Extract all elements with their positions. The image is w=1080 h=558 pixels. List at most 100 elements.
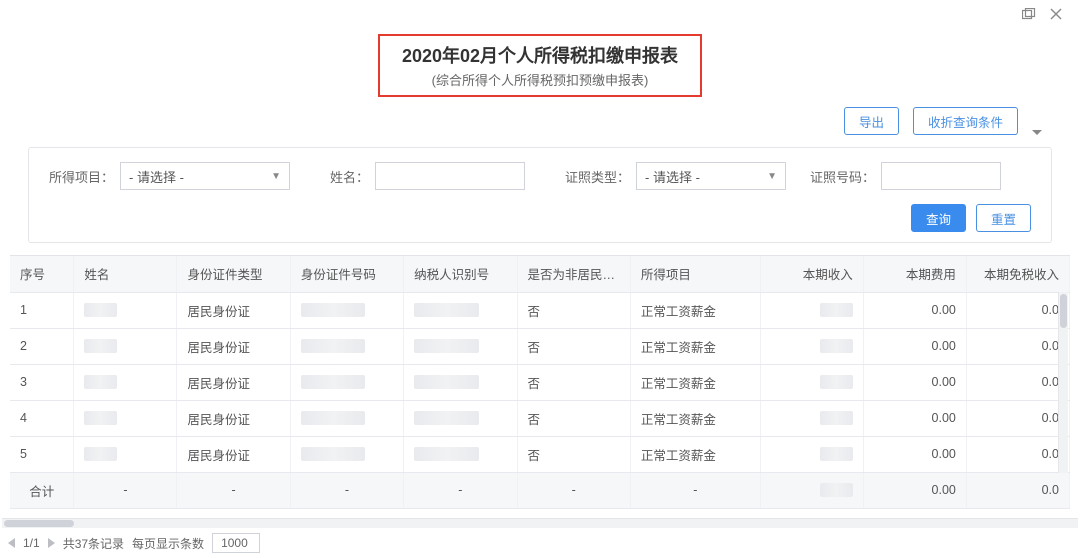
id-type-value: - 请选择 - <box>645 167 700 186</box>
cell-income <box>760 436 863 472</box>
cell-non-resident: 否 <box>517 292 630 328</box>
col-non-resident: 是否为非居民个人 <box>517 256 630 292</box>
col-id-type: 身份证件类型 <box>177 256 290 292</box>
cell-tax-id <box>404 436 517 472</box>
footer-fee: 0.00 <box>863 472 966 508</box>
cell-seq: 3 <box>10 364 74 400</box>
maximize-icon[interactable] <box>1022 8 1036 20</box>
query-button[interactable]: 查询 <box>911 204 966 232</box>
name-input[interactable] <box>375 162 525 190</box>
id-type-select[interactable]: - 请选择 - ▼ <box>636 162 786 190</box>
cell-seq: 5 <box>10 436 74 472</box>
cell-name <box>74 436 177 472</box>
cell-seq: 4 <box>10 400 74 436</box>
cell-id-type: 居民身份证 <box>177 364 290 400</box>
income-item-select[interactable]: - 请选择 - ▼ <box>120 162 290 190</box>
cell-fee: 0.00 <box>863 436 966 472</box>
pagesize-label: 每页显示条数 <box>132 535 204 552</box>
cell-income <box>760 364 863 400</box>
cell-exempt: 0.0 <box>966 400 1069 436</box>
cell-income-item: 正常工资薪金 <box>630 436 760 472</box>
cell-tax-id <box>404 292 517 328</box>
pagesize-input[interactable]: 1000 <box>212 533 260 553</box>
income-item-label: 所得项目： <box>49 167 114 186</box>
id-type-label: 证照类型： <box>565 167 630 186</box>
id-no-label: 证照号码： <box>810 167 875 186</box>
cell-id-no <box>290 364 403 400</box>
cell-non-resident: 否 <box>517 364 630 400</box>
col-income-item: 所得项目 <box>630 256 760 292</box>
window-controls <box>0 0 1080 28</box>
footer-cell: - <box>517 472 630 508</box>
cell-exempt: 0.0 <box>966 436 1069 472</box>
window-body: 2020年02月个人所得税扣缴申报表 (综合所得个人所得税预扣预缴申报表) 导出… <box>8 28 1072 528</box>
footer-label: 合计 <box>10 472 74 508</box>
footer-cell: - <box>404 472 517 508</box>
footer-income <box>760 472 863 508</box>
cell-income-item: 正常工资薪金 <box>630 400 760 436</box>
cell-income-item: 正常工资薪金 <box>630 328 760 364</box>
chevron-down-icon <box>1032 130 1042 135</box>
cell-income <box>760 328 863 364</box>
top-actions: 导出 收折查询条件 <box>8 101 1072 137</box>
table-header-row: 序号 姓名 身份证件类型 身份证件号码 纳税人识别号 是否为非居民个人 所得项目… <box>10 256 1070 292</box>
scrollbar-thumb[interactable] <box>1060 294 1067 328</box>
cell-id-no <box>290 400 403 436</box>
id-no-input[interactable] <box>881 162 1001 190</box>
cell-exempt: 0.0 <box>966 292 1069 328</box>
table-row[interactable]: 1居民身份证否正常工资薪金0.000.0 <box>10 292 1070 328</box>
cell-id-type: 居民身份证 <box>177 292 290 328</box>
col-name: 姓名 <box>74 256 177 292</box>
cell-seq: 1 <box>10 292 74 328</box>
table-footer-row: 合计 - - - - - - 0.00 0.0 <box>10 472 1070 508</box>
name-label: 姓名： <box>330 167 369 186</box>
cell-name <box>74 292 177 328</box>
col-tax-id: 纳税人识别号 <box>404 256 517 292</box>
cell-id-type: 居民身份证 <box>177 400 290 436</box>
table-row[interactable]: 4居民身份证否正常工资薪金0.000.0 <box>10 400 1070 436</box>
chevron-down-icon: ▼ <box>767 171 777 182</box>
title-box: 2020年02月个人所得税扣缴申报表 (综合所得个人所得税预扣预缴申报表) <box>378 34 702 97</box>
export-button[interactable]: 导出 <box>844 107 899 135</box>
cell-income <box>760 400 863 436</box>
col-fee: 本期费用 <box>863 256 966 292</box>
cell-id-type: 居民身份证 <box>177 436 290 472</box>
collapse-query-button[interactable]: 收折查询条件 <box>913 107 1018 135</box>
cell-id-no <box>290 328 403 364</box>
cell-id-no <box>290 292 403 328</box>
filter-card: 所得项目： - 请选择 - ▼ 姓名： 证照类型： - 请选择 - ▼ 证照号码… <box>28 147 1052 243</box>
table-row[interactable]: 2居民身份证否正常工资薪金0.000.0 <box>10 328 1070 364</box>
table-row[interactable]: 3居民身份证否正常工资薪金0.000.0 <box>10 364 1070 400</box>
total-count: 共37条记录 <box>63 535 124 552</box>
pager-bar: 1/1 共37条记录 每页显示条数 1000 <box>0 528 1080 558</box>
page-next-icon[interactable] <box>48 538 55 548</box>
cell-name <box>74 364 177 400</box>
cell-tax-id <box>404 400 517 436</box>
footer-cell: - <box>74 472 177 508</box>
footer-cell: - <box>177 472 290 508</box>
cell-fee: 0.00 <box>863 400 966 436</box>
cell-exempt: 0.0 <box>966 364 1069 400</box>
cell-fee: 0.00 <box>863 364 966 400</box>
table-row[interactable]: 5居民身份证否正常工资薪金0.000.0 <box>10 436 1070 472</box>
reset-button[interactable]: 重置 <box>976 204 1031 232</box>
filter-row: 所得项目： - 请选择 - ▼ 姓名： 证照类型： - 请选择 - ▼ 证照号码… <box>49 162 1031 190</box>
col-seq: 序号 <box>10 256 74 292</box>
scrollbar-thumb[interactable] <box>4 520 74 527</box>
chevron-down-icon: ▼ <box>271 171 281 182</box>
col-income: 本期收入 <box>760 256 863 292</box>
cell-tax-id <box>404 364 517 400</box>
footer-exempt: 0.0 <box>966 472 1069 508</box>
vertical-scrollbar[interactable] <box>1058 292 1068 473</box>
close-icon[interactable] <box>1050 8 1062 20</box>
cell-income <box>760 292 863 328</box>
filter-buttons: 查询 重置 <box>49 200 1031 232</box>
cell-tax-id <box>404 328 517 364</box>
page-prev-icon[interactable] <box>8 538 15 548</box>
horizontal-scrollbar[interactable] <box>2 518 1078 528</box>
cell-name <box>74 400 177 436</box>
page-title: 2020年02月个人所得税扣缴申报表 <box>402 42 678 68</box>
col-exempt: 本期免税收入 <box>966 256 1069 292</box>
footer-cell: - <box>290 472 403 508</box>
title-area: 2020年02月个人所得税扣缴申报表 (综合所得个人所得税预扣预缴申报表) <box>8 28 1072 101</box>
